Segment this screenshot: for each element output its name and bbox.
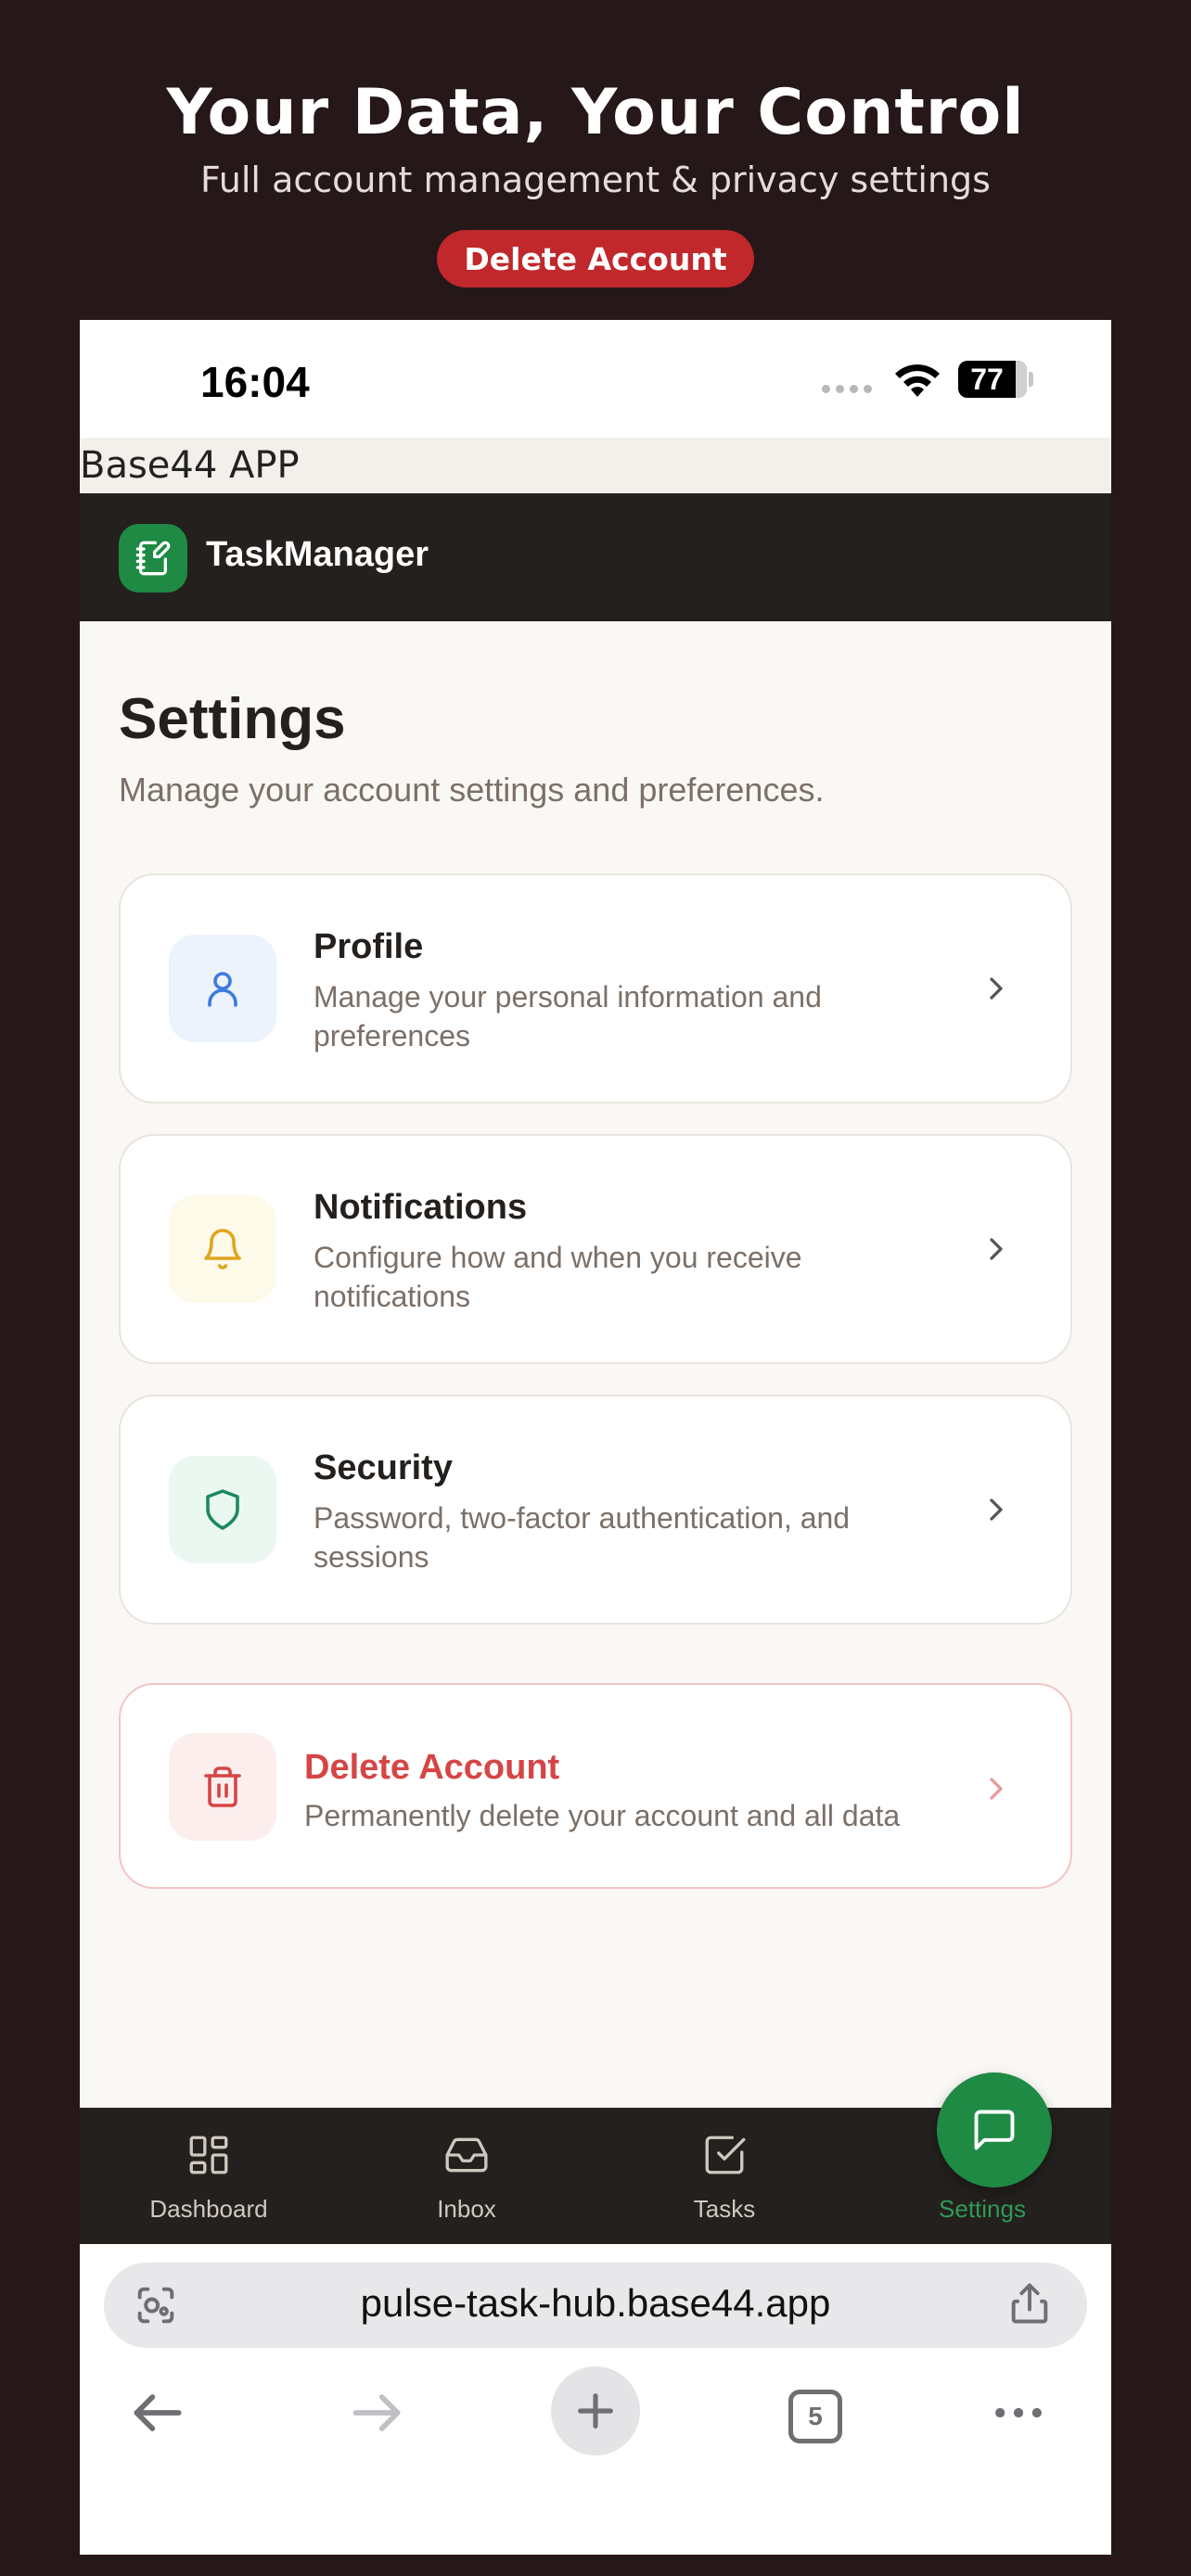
inbox-icon: [445, 2137, 488, 2173]
page-title: Settings: [119, 687, 346, 751]
message-square-icon: [974, 2110, 1015, 2150]
tabs-button[interactable]: 5: [788, 2390, 842, 2443]
url-text[interactable]: pulse-task-hub.base44.app: [104, 2281, 1087, 2326]
signal-dots-icon: [822, 385, 872, 393]
forward-arrow-icon[interactable]: [345, 2381, 408, 2444]
card-description: Password, two-factor authentication, and…: [314, 1501, 851, 1574]
phone-screen: 16:04 77 Base44 APP TaskManager Settings…: [80, 320, 1111, 2555]
nav-label: Dashboard: [149, 2195, 268, 2223]
checkbox-icon: [705, 2136, 746, 2174]
settings-card-delete-account[interactable]: Delete Account Permanently delete your a…: [119, 1683, 1072, 1889]
app-name[interactable]: TaskManager: [206, 535, 429, 575]
trash-icon: [169, 1733, 276, 1841]
battery-tip: [1029, 372, 1033, 387]
chevron-right-icon: [990, 1238, 1003, 1260]
address-bar[interactable]: pulse-task-hub.base44.app: [104, 2263, 1087, 2348]
user-icon: [169, 935, 276, 1042]
card-description: Manage your personal information and pre…: [314, 980, 822, 1052]
back-arrow-icon[interactable]: [126, 2381, 189, 2444]
chevron-right-icon: [990, 977, 1003, 1000]
shield-icon: [169, 1456, 276, 1563]
card-description: Configure how and when you receive notif…: [314, 1241, 802, 1313]
card-title: Profile: [314, 927, 424, 966]
more-icon[interactable]: [987, 2381, 1050, 2444]
settings-card-profile[interactable]: Profile Manage your personal information…: [119, 874, 1072, 1103]
battery-level: 77: [970, 362, 1004, 396]
bell-icon: [169, 1195, 276, 1303]
battery-icon: 77: [958, 361, 1027, 398]
app-label: Base44 APP: [80, 438, 1111, 493]
promo-badge: Delete Account: [437, 230, 754, 287]
card-title: Security: [314, 1448, 453, 1487]
settings-card-security[interactable]: Security Password, two-factor authentica…: [119, 1395, 1072, 1625]
plus-icon: [578, 2393, 613, 2429]
chat-fab[interactable]: [937, 2072, 1052, 2187]
nav-item-dashboard[interactable]: Dashboard: [80, 2108, 338, 2244]
card-title: Delete Account: [304, 1748, 560, 1787]
promo-header: Your Data, Your Control Full account man…: [0, 0, 1191, 320]
status-bar: 16:04 77: [80, 320, 1111, 438]
chevron-right-icon: [990, 1778, 1003, 1800]
card-title: Notifications: [314, 1188, 528, 1227]
browser-toolbar: pulse-task-hub.base44.app 5: [80, 2244, 1111, 2555]
share-icon[interactable]: [1005, 2279, 1054, 2327]
promo-title: Your Data, Your Control: [166, 76, 1025, 149]
card-description: Permanently delete your account and all …: [304, 1799, 901, 1832]
nav-label: Settings: [939, 2195, 1026, 2223]
nav-label: Inbox: [437, 2195, 496, 2223]
notebook-pen-icon[interactable]: [119, 524, 187, 593]
settings-card-notifications[interactable]: Notifications Configure how and when you…: [119, 1134, 1072, 1364]
wifi-icon: [895, 364, 940, 397]
page-subtitle: Manage your account settings and prefere…: [119, 771, 825, 809]
promo-subtitle: Full account management & privacy settin…: [200, 159, 991, 200]
status-time: 16:04: [200, 358, 310, 406]
app-bar: TaskManager: [80, 493, 1111, 621]
nav-item-tasks[interactable]: Tasks: [596, 2108, 853, 2244]
nav-item-inbox[interactable]: Inbox: [338, 2108, 596, 2244]
chevron-right-icon: [990, 1498, 1003, 1521]
nav-label: Tasks: [693, 2195, 756, 2223]
grid-icon: [189, 2136, 228, 2174]
new-tab-button[interactable]: [551, 2366, 640, 2455]
